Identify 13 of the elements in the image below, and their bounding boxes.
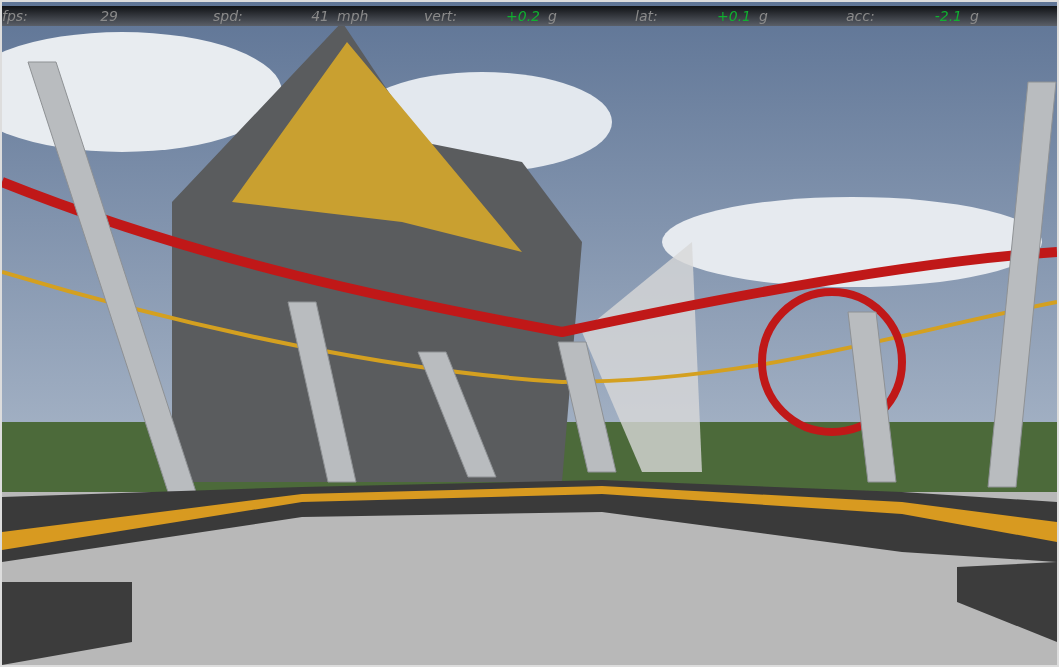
stat-label: vert: <box>424 8 458 24</box>
stat-value: +0.2 <box>505 8 541 24</box>
unit-label: g <box>547 8 558 24</box>
unit-label: g <box>758 8 769 24</box>
unit-label: g <box>969 8 980 24</box>
stat-value: -2.1 <box>933 8 963 24</box>
stat-label: spd: <box>213 8 244 24</box>
stat-value: +0.1 <box>716 8 752 24</box>
stat-label: lat: <box>635 8 659 24</box>
stat-value: 29 <box>99 8 119 24</box>
stat-label: fps: <box>2 8 29 24</box>
stat-label: acc: <box>846 8 876 24</box>
stat-value: 41 <box>310 8 330 24</box>
